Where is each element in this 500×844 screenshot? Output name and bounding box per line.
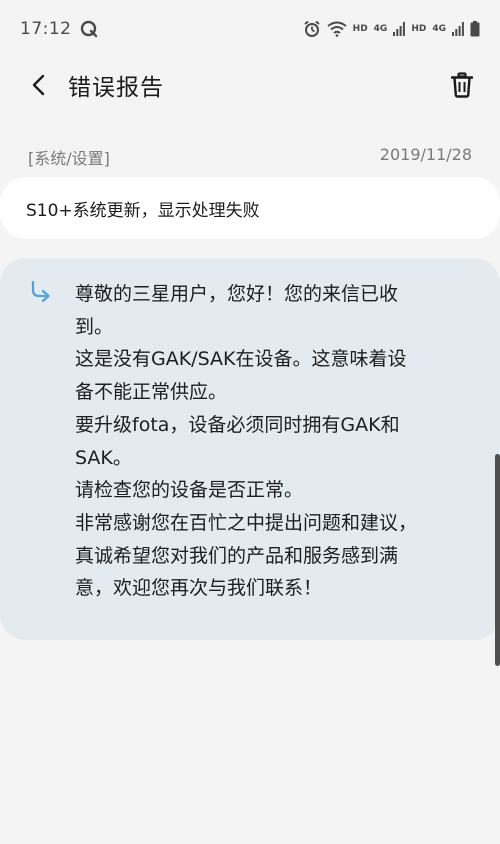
q-app-icon: [80, 20, 98, 38]
back-button[interactable]: [26, 72, 52, 98]
signal-icon: [393, 22, 406, 36]
reply-card: 尊敬的三星用户，您好！您的来信已收 到。 这是没有GAK/SAK在设备。这意味着…: [0, 258, 500, 640]
scrollbar[interactable]: [495, 454, 500, 666]
network1-label: HD: [352, 23, 368, 34]
reply-line: 请检查您的设备是否正常。: [75, 479, 304, 502]
network2-label: HD: [411, 23, 427, 34]
trash-icon: [451, 72, 473, 98]
status-bar: 17:12 HD 4G HD 4G: [0, 0, 500, 58]
reply-line: 真诚希望您对我们的产品和服务感到满: [75, 544, 399, 567]
alarm-icon: [303, 20, 321, 38]
reply-line: 要升级fota，设备必须同时拥有GAK和: [75, 413, 400, 436]
reply-arrow-icon: [30, 280, 52, 304]
status-icons: HD 4G HD 4G: [303, 20, 480, 38]
battery-icon: [470, 21, 480, 37]
report-subject-card: S10+系统更新，显示处理失败: [0, 177, 500, 239]
reply-line: 到。: [75, 315, 114, 338]
status-time: 17:12: [20, 19, 72, 39]
reply-message: 尊敬的三星用户，您好！您的来信已收 到。 这是没有GAK/SAK在设备。这意味着…: [75, 278, 480, 605]
report-subject: S10+系统更新，显示处理失败: [26, 200, 260, 221]
network2-gen: 4G: [432, 23, 446, 34]
delete-button[interactable]: [449, 70, 475, 100]
chevron-left-icon: [32, 74, 45, 96]
reply-line: 尊敬的三星用户，您好！您的来信已收: [75, 283, 399, 305]
reply-line: 意，欢迎您再次与我们联系！: [75, 577, 323, 600]
report-meta: [系统/设置] 2019/11/28: [28, 145, 472, 169]
reply-line: 备不能正常供应。: [75, 381, 228, 404]
reply-line: SAK。: [75, 446, 132, 469]
signal-icon: [452, 22, 464, 36]
title-bar: 错误报告: [0, 58, 500, 112]
report-date: 2019/11/28: [379, 145, 472, 164]
screen: 17:12 HD 4G HD 4G 错误报告 [系统/设置] 2019/11/2…: [0, 0, 500, 844]
page-title: 错误报告: [68, 75, 164, 101]
network1-gen: 4G: [373, 23, 388, 34]
wifi-icon: [327, 21, 347, 37]
reply-line: 非常感谢您在百忙之中提出问题和建议，: [75, 511, 418, 534]
report-category: [系统/设置]: [28, 149, 110, 168]
reply-line: 这是没有GAK/SAK在设备。这意味着设: [75, 348, 407, 371]
